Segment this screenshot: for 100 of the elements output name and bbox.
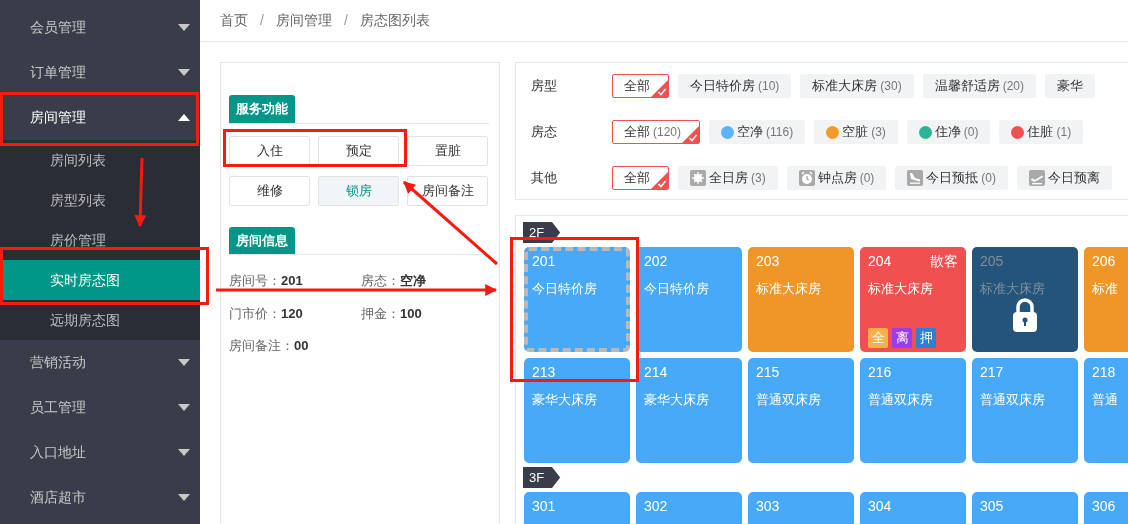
filter-chip[interactable]: 温馨舒适房 (20) — [922, 74, 1037, 98]
sidebar-item[interactable]: 员工管理 — [0, 385, 200, 430]
room-type: 今日特价房 — [532, 281, 598, 298]
action-button[interactable]: 预定 — [318, 135, 399, 166]
floor-tag: 2F — [523, 222, 561, 243]
filter-chip[interactable]: 全部 — [612, 166, 669, 190]
guest-label: 散客 — [930, 252, 958, 271]
filter-chip[interactable]: 今日预离 — [1017, 166, 1112, 190]
room-type: 标准 — [1092, 281, 1119, 298]
caret-icon — [178, 359, 190, 366]
lock-icon — [1010, 297, 1040, 333]
room-tag: 全 — [868, 328, 888, 348]
plane-icon — [907, 170, 924, 186]
sidebar-item[interactable]: 营销活动 — [0, 340, 200, 385]
room-number: 214 — [644, 363, 668, 382]
room-tag: 离 — [892, 328, 912, 348]
action-button[interactable]: 房间备注 — [407, 175, 488, 206]
room-number: 213 — [532, 363, 556, 382]
section-title: 房间信息 — [229, 226, 295, 254]
info-text: 房间号：201 — [229, 272, 304, 290]
filter-chip[interactable]: 今日特价房 (10) — [678, 74, 792, 98]
room-number: 303 — [756, 497, 780, 516]
sidebar-item[interactable]: 酒店超市 — [0, 475, 200, 520]
annotation-arrow — [134, 157, 147, 228]
check-corner-icon — [682, 126, 699, 143]
filter-label: 其他 — [531, 169, 558, 188]
info-text: 押金：100 — [361, 304, 423, 323]
action-button[interactable]: 置脏 — [407, 135, 488, 166]
room-number: 305 — [980, 497, 1004, 516]
action-button[interactable]: 维修 — [229, 175, 310, 206]
room-type: 普通双床房 — [756, 392, 822, 409]
breadcrumb-link[interactable]: 房态图列表 — [359, 10, 430, 31]
filter-chip[interactable]: 住脏 (1) — [999, 120, 1084, 144]
room-number: 204 — [868, 252, 892, 271]
filter-chip[interactable]: 空净 (116) — [709, 120, 806, 144]
room-number: 203 — [756, 252, 780, 271]
room-number: 206 — [1092, 252, 1116, 271]
room-tile[interactable]: 204 散客 标准大床房 全 离 押 — [860, 247, 966, 352]
room-number: 218 — [1092, 363, 1116, 382]
action-button[interactable]: 锁房 — [318, 175, 399, 206]
sidebar-subitem[interactable]: 房价管理 — [0, 220, 200, 260]
room-number: 215 — [756, 363, 780, 382]
info-text: 房态：空净 — [361, 272, 427, 290]
filter-chip[interactable]: 全部 — [612, 74, 669, 98]
filter-chip[interactable]: 全部 (120) — [612, 120, 700, 144]
breadcrumb-separator: / — [260, 11, 264, 30]
room-type: 标准大床房 — [756, 281, 822, 298]
room-type: 标准大床房 — [868, 281, 934, 298]
sidebar-subitem[interactable]: 房间列表 — [0, 140, 200, 180]
breadcrumb-link[interactable]: 首页 — [220, 10, 248, 31]
sidebar-subitem[interactable]: 实时房态图 — [0, 260, 200, 300]
caret-icon — [178, 69, 190, 76]
sun-icon — [690, 170, 706, 186]
room-number: 205 — [980, 252, 1004, 271]
action-button[interactable]: 入住 — [229, 135, 310, 166]
sidebar-item[interactable]: 入口地址 — [0, 430, 200, 475]
room-number: 202 — [644, 252, 668, 271]
room-tag: 押 — [916, 328, 936, 348]
room-type: 普通双床房 — [868, 392, 934, 409]
filter-chip[interactable]: 豪华 — [1045, 74, 1096, 98]
sidebar-subitem[interactable]: 远期房态图 — [0, 300, 200, 340]
room-type: 今日特价房 — [644, 281, 710, 298]
filter-label: 房态 — [531, 123, 558, 142]
room-number: 301 — [532, 497, 556, 516]
breadcrumb-separator: / — [343, 11, 348, 30]
filter-chip[interactable]: 标准大床房 (30) — [800, 74, 914, 98]
room-type: 标准大床房 — [980, 281, 1046, 298]
caret-icon — [178, 404, 190, 411]
room-number: 216 — [868, 363, 892, 382]
clock-icon — [798, 170, 815, 186]
caret-icon — [178, 114, 190, 121]
sidebar-item[interactable]: 会员管理 — [0, 5, 200, 50]
sidebar-item[interactable]: 订单管理 — [0, 50, 200, 95]
filter-chip[interactable]: 钟点房 (0) — [786, 166, 887, 190]
room-type: 豪华大床房 — [644, 392, 710, 409]
room-number: 304 — [868, 497, 892, 516]
filter-chip[interactable]: 住净 (0) — [906, 120, 991, 144]
room-type: 豪华大床房 — [532, 392, 598, 409]
floor-tag: 3F — [523, 467, 561, 488]
room-number: 217 — [980, 363, 1004, 382]
plane-icon — [1029, 170, 1045, 186]
room-type: 普通双床房 — [980, 392, 1046, 409]
section-title: 服务功能 — [229, 95, 295, 123]
room-number: 302 — [644, 497, 668, 516]
caret-icon — [178, 494, 190, 501]
caret-icon — [178, 449, 190, 456]
info-text: 房间备注：00 — [229, 337, 310, 355]
caret-icon — [178, 24, 190, 31]
info-text: 门市价：120 — [229, 304, 304, 323]
room-number: 201 — [532, 252, 556, 271]
check-corner-icon — [651, 80, 668, 97]
sidebar-subitem[interactable]: 房型列表 — [0, 180, 200, 220]
filter-chip[interactable]: 今日预抵 (0) — [895, 166, 1008, 190]
breadcrumb-link[interactable]: 房间管理 — [275, 10, 332, 31]
check-corner-icon — [651, 172, 668, 189]
filter-chip[interactable]: 空脏 (3) — [814, 120, 898, 144]
room-number: 306 — [1092, 497, 1116, 516]
room-type: 普通 — [1092, 392, 1119, 409]
filter-label: 房型 — [531, 77, 558, 96]
filter-chip[interactable]: 全日房 (3) — [678, 166, 778, 190]
